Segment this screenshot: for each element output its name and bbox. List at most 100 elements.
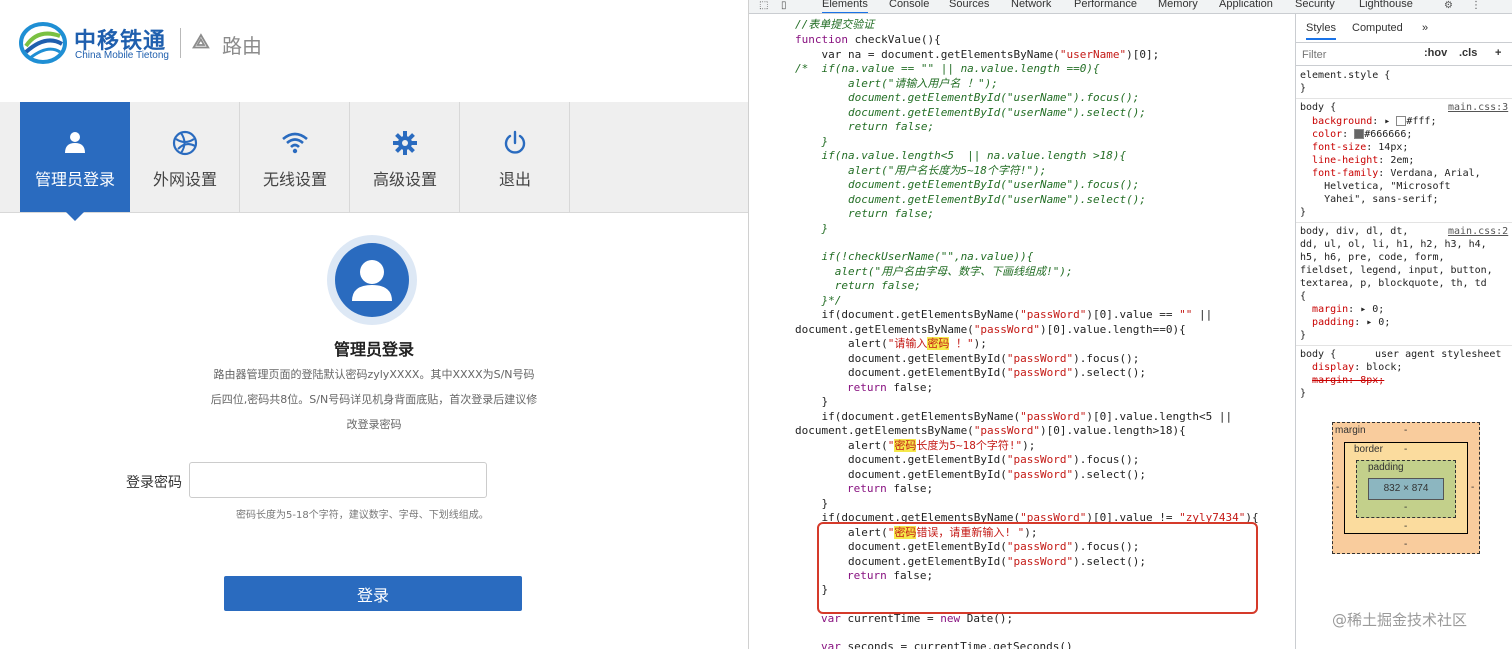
code-line: document.getElementById("userName").sele… (795, 193, 1146, 206)
tab-security[interactable]: Security (1295, 0, 1335, 10)
more-options-icon[interactable]: ⋮ (1471, 0, 1481, 11)
code-line: document.getElementById("userName").focu… (795, 91, 1140, 104)
tab-memory[interactable]: Memory (1158, 0, 1198, 10)
code-line: } (795, 395, 829, 408)
tab-advanced-settings[interactable]: 高级设置 (350, 102, 460, 212)
style-declaration: font-family: Verdana, Arial, (1312, 168, 1481, 179)
css-source-link[interactable]: main.css:3 (1448, 102, 1508, 114)
code-line: alert("用户名由字母、数字、下画线组成!"); (795, 265, 1073, 278)
code-line: } (795, 497, 829, 510)
box-model-value: - (1404, 521, 1408, 532)
code-line: } (795, 222, 829, 235)
color-swatch-icon[interactable] (1396, 116, 1407, 126)
css-source-link[interactable]: main.css:2 (1448, 226, 1508, 238)
code-line: if(document.getElementsByName("passWord"… (795, 410, 1233, 423)
code-line: if(document.getElementsByName("passWord"… (795, 308, 1213, 321)
login-title: 管理员登录 (333, 340, 414, 359)
style-declaration-cont: Yahei", sans-serif; (1324, 194, 1439, 205)
style-declaration: color: #666666; (1312, 129, 1413, 140)
box-model-value: - (1404, 502, 1408, 513)
style-rule-end: } (1300, 388, 1307, 399)
tab-wireless-settings[interactable]: 无线设置 (240, 102, 350, 212)
rule-divider (1296, 222, 1512, 223)
tab-styles[interactable]: Styles (1306, 22, 1336, 40)
box-model-value: - (1471, 482, 1475, 493)
code-line: return false; (795, 120, 935, 133)
box-model-border-label: border (1354, 444, 1383, 455)
code-line: document.getElementById("passWord").focu… (795, 453, 1140, 466)
styles-tabs: Styles Computed » (1296, 14, 1512, 43)
source-code-view: //表单提交验证 function checkValue(){ var na =… (749, 14, 1295, 649)
style-declaration: padding: ▸ 0; (1312, 317, 1391, 328)
style-declaration-overridden: margin: 8px; (1312, 375, 1385, 386)
tab-logout[interactable]: 退出 (460, 102, 570, 212)
code-line: alert("密码长度为5~18个字符!"); (795, 439, 1036, 452)
login-button[interactable]: 登录 (224, 576, 522, 611)
code-line: //表单提交验证 (795, 18, 875, 31)
code-line: var currentTime = new Date(); (821, 612, 1014, 625)
styles-sidebar: Styles Computed » :hov .cls + element.st… (1295, 14, 1512, 649)
box-model-content-size[interactable]: 832 × 874 (1368, 478, 1444, 500)
code-line: document.getElementById("passWord").sele… (795, 366, 1147, 379)
tab-computed[interactable]: Computed (1352, 22, 1403, 34)
main-nav: 管理员登录 外网设置 无线设置 高级设置 退出 (0, 102, 748, 213)
tab-label: 外网设置 (152, 170, 217, 189)
password-input[interactable] (189, 462, 487, 498)
settings-gear-icon[interactable]: ⚙ (1444, 0, 1453, 11)
tab-admin-login[interactable]: 管理员登录 (20, 102, 130, 212)
color-swatch-icon[interactable] (1354, 129, 1365, 139)
device-toolbar-icon[interactable]: ▯ (781, 0, 787, 11)
tab-wan-settings[interactable]: 外网设置 (130, 102, 240, 212)
code-line: alert("用户名长度为5~18个字符!"); (795, 164, 1047, 177)
login-description-line: 后四位,密码共8位。S/N号码详见机身背面底贴，首次登录后建议修 (210, 393, 538, 406)
login-description-line: 改登录密码 (346, 418, 402, 431)
code-line: /* if(na.value == "" || na.value.length … (795, 62, 1100, 75)
style-declaration-cont: Helvetica, "Microsoft (1324, 181, 1451, 192)
class-toggle[interactable]: .cls (1459, 47, 1477, 59)
code-line: document.getElementById("passWord").sele… (795, 468, 1147, 481)
tab-lighthouse[interactable]: Lighthouse (1359, 0, 1413, 10)
more-tabs-icon[interactable]: » (1422, 22, 1428, 34)
hover-state-toggle[interactable]: :hov (1424, 47, 1447, 59)
tab-sources[interactable]: Sources (949, 0, 989, 10)
power-icon (460, 130, 570, 158)
new-rule-button[interactable]: + (1495, 47, 1501, 59)
style-rule-selector: body {main.css:3 (1300, 102, 1509, 114)
code-line: return false; (795, 207, 935, 220)
code-line: return false; (795, 279, 921, 292)
product-name: 路由 (222, 34, 262, 58)
code-line: var na = document.getElementsByName("use… (795, 48, 1160, 61)
tab-performance[interactable]: Performance (1074, 0, 1137, 10)
china-mobile-logo-icon (19, 22, 67, 64)
rule-divider (1296, 345, 1512, 346)
code-line: alert("请输入用户名 ！"); (795, 77, 998, 90)
tab-label: 退出 (498, 170, 531, 189)
active-tab-indicator (66, 212, 84, 221)
style-rule-end: } (1300, 330, 1307, 341)
code-line: document.getElementsByName("passWord")[0… (795, 323, 1186, 336)
tab-console[interactable]: Console (889, 0, 929, 10)
style-declaration: display: block; (1312, 362, 1403, 373)
tab-network[interactable]: Network (1011, 0, 1051, 10)
style-rule-selector: fieldset, legend, input, button, (1300, 265, 1493, 276)
styles-filter-input[interactable] (1300, 46, 1414, 64)
code-line: return false; (847, 482, 934, 495)
router-login-page: 中移铁通 China Mobile Tietong ⟁ 路由 管理员登录 外网设… (0, 0, 748, 649)
user-agent-source: user agent stylesheet (1375, 349, 1502, 360)
router-mark-icon: ⟁ (192, 29, 210, 53)
devtools-toolbar: ⬚ ▯ Elements Console Sources Network Per… (749, 0, 1512, 14)
inspect-element-icon[interactable]: ⬚ (759, 0, 768, 11)
tab-elements[interactable]: Elements (822, 0, 868, 13)
password-label: 登录密码 (126, 475, 182, 491)
box-model-value: - (1336, 482, 1340, 493)
box-model-diagram: margin - border - padding 832 × 874 - - … (1332, 422, 1480, 554)
style-rule-selector: element.style { (1300, 70, 1391, 81)
gear-icon (350, 130, 460, 158)
watermark: @稀土掘金技术社区 (1332, 611, 1468, 629)
style-declaration: background: ▸ #fff; (1312, 116, 1437, 127)
code-line: function checkValue(){ (795, 33, 941, 46)
style-rule-end: } (1300, 83, 1307, 94)
tab-application[interactable]: Application (1219, 0, 1273, 10)
globe-icon (130, 130, 240, 158)
style-rule-selector: body {user agent stylesheet (1300, 349, 1502, 360)
